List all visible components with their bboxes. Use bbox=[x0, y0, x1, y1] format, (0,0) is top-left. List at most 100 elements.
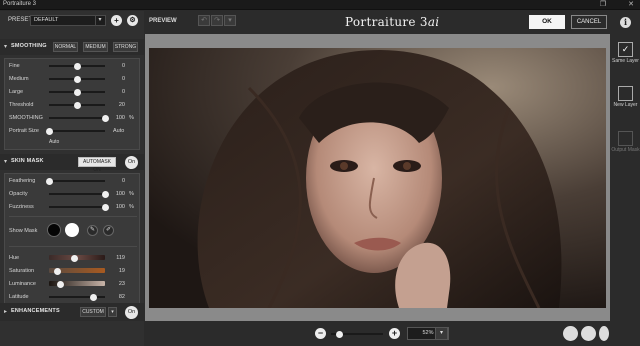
undo-icon[interactable]: ↶ bbox=[198, 15, 210, 26]
single-view-icon[interactable] bbox=[563, 326, 578, 341]
slider-track[interactable] bbox=[49, 254, 105, 262]
split-vertical-icon[interactable] bbox=[599, 326, 609, 341]
slider-handle[interactable] bbox=[45, 127, 53, 135]
zoom-in-button[interactable]: + bbox=[389, 328, 400, 339]
slider-track[interactable] bbox=[49, 62, 105, 70]
gear-icon[interactable]: ⚙ bbox=[127, 15, 138, 26]
chevron-down-icon[interactable]: ▾ bbox=[435, 327, 448, 340]
slider-label: SMOOTHING bbox=[9, 115, 43, 121]
slider-handle[interactable] bbox=[73, 75, 81, 83]
slider-handle[interactable] bbox=[73, 88, 81, 96]
enhancements-preset[interactable]: CUSTOM bbox=[80, 307, 106, 317]
new-layer-checkbox[interactable] bbox=[618, 86, 633, 101]
slider-value: 100 bbox=[115, 191, 125, 197]
skin-mask-title: SKIN MASK bbox=[11, 158, 44, 164]
skin-mask-header[interactable]: ▾ SKIN MASK AUTOMASK ON On bbox=[0, 154, 144, 173]
same-layer-checkbox[interactable]: ✓ bbox=[618, 42, 633, 57]
slider-track[interactable] bbox=[49, 75, 105, 83]
slider-handle[interactable] bbox=[56, 280, 64, 288]
zoom-out-button[interactable]: − bbox=[315, 328, 326, 339]
redo-icon[interactable]: ↷ bbox=[211, 15, 223, 26]
show-mask-label: Show Mask bbox=[9, 228, 38, 234]
eyedropper-plus-icon[interactable]: ✐ bbox=[103, 225, 114, 236]
preview-label: PREVIEW bbox=[149, 18, 177, 24]
slider-unit: % bbox=[129, 191, 134, 197]
slider-track[interactable] bbox=[49, 203, 109, 211]
same-layer-label: Same Layer bbox=[612, 58, 639, 64]
automask-button[interactable]: AUTOMASK ON bbox=[78, 157, 116, 173]
collapse-arrow-icon[interactable]: ▾ bbox=[4, 43, 7, 50]
preview-area bbox=[145, 34, 610, 321]
slider-track[interactable] bbox=[49, 280, 105, 288]
cancel-button[interactable]: CANCEL bbox=[571, 15, 607, 29]
slider-opacity: Opacity 100 % bbox=[5, 188, 141, 200]
mode-medium-button[interactable]: MEDIUM bbox=[83, 42, 108, 52]
slider-threshold: Threshold 20 bbox=[5, 99, 141, 111]
collapse-arrow-icon[interactable]: ▾ bbox=[4, 158, 7, 165]
ok-button[interactable]: OK bbox=[529, 15, 565, 29]
zoom-slider-handle[interactable] bbox=[335, 330, 343, 338]
slider-value: 100 bbox=[115, 204, 125, 210]
history-chevron-icon[interactable]: ▾ bbox=[224, 15, 236, 26]
slider-saturation: Saturation 19 bbox=[5, 265, 141, 277]
slider-unit: % bbox=[129, 115, 134, 121]
slider-handle[interactable] bbox=[90, 293, 98, 301]
slider-large: Large 0 bbox=[5, 86, 141, 98]
slider-track[interactable] bbox=[49, 293, 105, 301]
slider-track[interactable] bbox=[49, 101, 105, 109]
slider-handle[interactable] bbox=[101, 114, 109, 122]
slider-value: 20 bbox=[118, 102, 125, 108]
slider-track[interactable] bbox=[45, 177, 105, 185]
divider bbox=[9, 216, 137, 217]
slider-label: Saturation bbox=[9, 268, 35, 274]
enhancements-title: ENHANCEMENTS bbox=[11, 308, 60, 314]
zoom-slider-track[interactable] bbox=[331, 330, 383, 338]
enhancements-toggle[interactable]: On bbox=[125, 306, 138, 319]
slider-unit: % bbox=[129, 204, 134, 210]
skin-mask-panel: Feathering 0 Opacity 100 % Fuzziness 100… bbox=[4, 173, 140, 305]
settings-panel: PRESET DEFAULT ▾ + ⚙ ▾ SMOOTHING NORMAL … bbox=[0, 11, 144, 346]
expand-arrow-icon[interactable]: ▸ bbox=[4, 308, 7, 315]
slider-feathering: Feathering 0 bbox=[5, 175, 141, 187]
slider-handle[interactable] bbox=[73, 101, 81, 109]
slider-track[interactable] bbox=[45, 127, 105, 135]
slider-track[interactable] bbox=[49, 88, 105, 96]
chevron-down-icon[interactable]: ▾ bbox=[108, 307, 117, 317]
slider-value: 0 bbox=[121, 76, 125, 82]
add-preset-button[interactable]: + bbox=[111, 15, 122, 26]
slider-handle[interactable] bbox=[101, 190, 109, 198]
slider-track[interactable] bbox=[49, 267, 105, 275]
brand-suffix: ai bbox=[427, 15, 440, 29]
slider-value: 0 bbox=[121, 63, 125, 69]
zoom-bar: − + 52% ▾ bbox=[145, 322, 610, 346]
slider-fine: Fine 0 bbox=[5, 60, 141, 72]
slider-label: Fine bbox=[9, 63, 20, 69]
preview-image[interactable] bbox=[149, 48, 606, 308]
eyedropper-icon[interactable]: ✎ bbox=[87, 225, 98, 236]
slider-handle[interactable] bbox=[73, 62, 81, 70]
mask-color-white[interactable] bbox=[65, 223, 79, 237]
slider-value: 119 bbox=[116, 255, 125, 261]
slider-handle[interactable] bbox=[101, 203, 109, 211]
mode-strong-button[interactable]: STRONG bbox=[113, 42, 138, 52]
preset-dropdown[interactable]: DEFAULT ▾ bbox=[30, 15, 106, 26]
restore-icon[interactable]: ❐ bbox=[598, 0, 608, 10]
slider-handle[interactable] bbox=[53, 267, 61, 275]
smoothing-header[interactable]: ▾ SMOOTHING NORMAL MEDIUM STRONG bbox=[0, 39, 144, 55]
close-icon[interactable]: ✕ bbox=[626, 0, 636, 10]
skin-mask-toggle[interactable]: On bbox=[125, 156, 138, 169]
output-panel: i ✓ Same Layer New Layer Output Mask bbox=[611, 11, 640, 346]
enhancements-header[interactable]: ▸ ENHANCEMENTS CUSTOM ▾ On bbox=[0, 303, 144, 321]
chevron-down-icon: ▾ bbox=[95, 16, 104, 25]
portrait-size-sub: Auto bbox=[49, 139, 60, 145]
slider-track[interactable] bbox=[49, 114, 109, 122]
mask-color-black[interactable] bbox=[47, 223, 61, 237]
slider-track[interactable] bbox=[49, 190, 109, 198]
split-horizontal-icon[interactable] bbox=[581, 326, 596, 341]
output-mask-checkbox[interactable] bbox=[618, 131, 633, 146]
slider-handle[interactable] bbox=[70, 254, 78, 262]
info-icon[interactable]: i bbox=[620, 17, 631, 28]
slider-handle[interactable] bbox=[45, 177, 53, 185]
mode-normal-button[interactable]: NORMAL bbox=[53, 42, 78, 52]
slider-label: Luminance bbox=[9, 281, 36, 287]
